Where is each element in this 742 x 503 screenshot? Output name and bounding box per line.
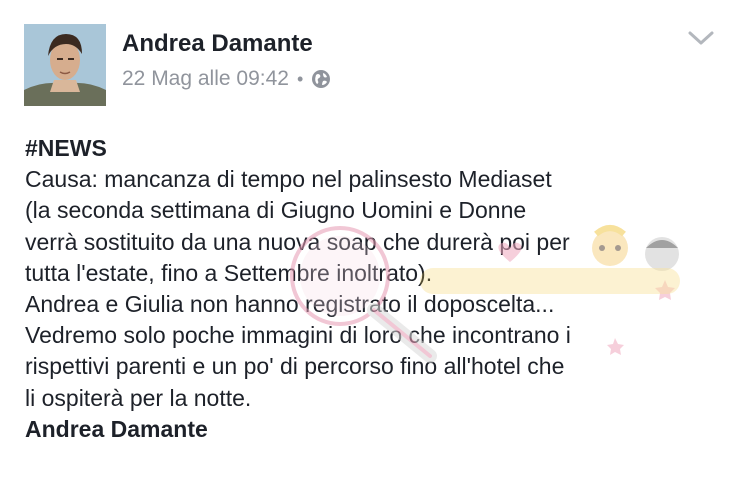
facebook-post: Andrea Damante 22 Mag alle 09:42 • #NEWS… — [0, 0, 742, 503]
post-line: verrà sostituito da una nuova soap che d… — [25, 228, 570, 255]
post-line: li ospiterà per la notte. — [25, 384, 252, 411]
post-line: tutta l'estate, fino a Settembre inoltra… — [25, 259, 433, 286]
author-name[interactable]: Andrea Damante — [122, 30, 313, 58]
meta-separator: • — [296, 68, 304, 89]
post-body: #NEWS Causa: mancanza di tempo nel palin… — [25, 133, 725, 445]
post-timestamp[interactable]: 22 Mag alle 09:42 — [122, 67, 289, 91]
post-signature: Andrea Damante — [25, 415, 208, 442]
post-line: Causa: mancanza di tempo nel palinsesto … — [25, 166, 552, 193]
post-hashtag[interactable]: #NEWS — [25, 133, 725, 164]
avatar[interactable] — [24, 24, 106, 106]
post-meta: 22 Mag alle 09:42 • — [122, 67, 331, 91]
post-line: Andrea e Giulia non hanno registrato il … — [25, 291, 555, 318]
post-line: rispettivi parenti e un po' di percorso … — [25, 353, 565, 380]
globe-icon[interactable] — [311, 69, 331, 89]
post-line: Vedremo solo poche immagini di loro che … — [25, 322, 571, 349]
post-line: (la seconda settimana di Giugno Uomini e… — [25, 197, 527, 224]
chevron-down-icon[interactable] — [684, 24, 718, 52]
